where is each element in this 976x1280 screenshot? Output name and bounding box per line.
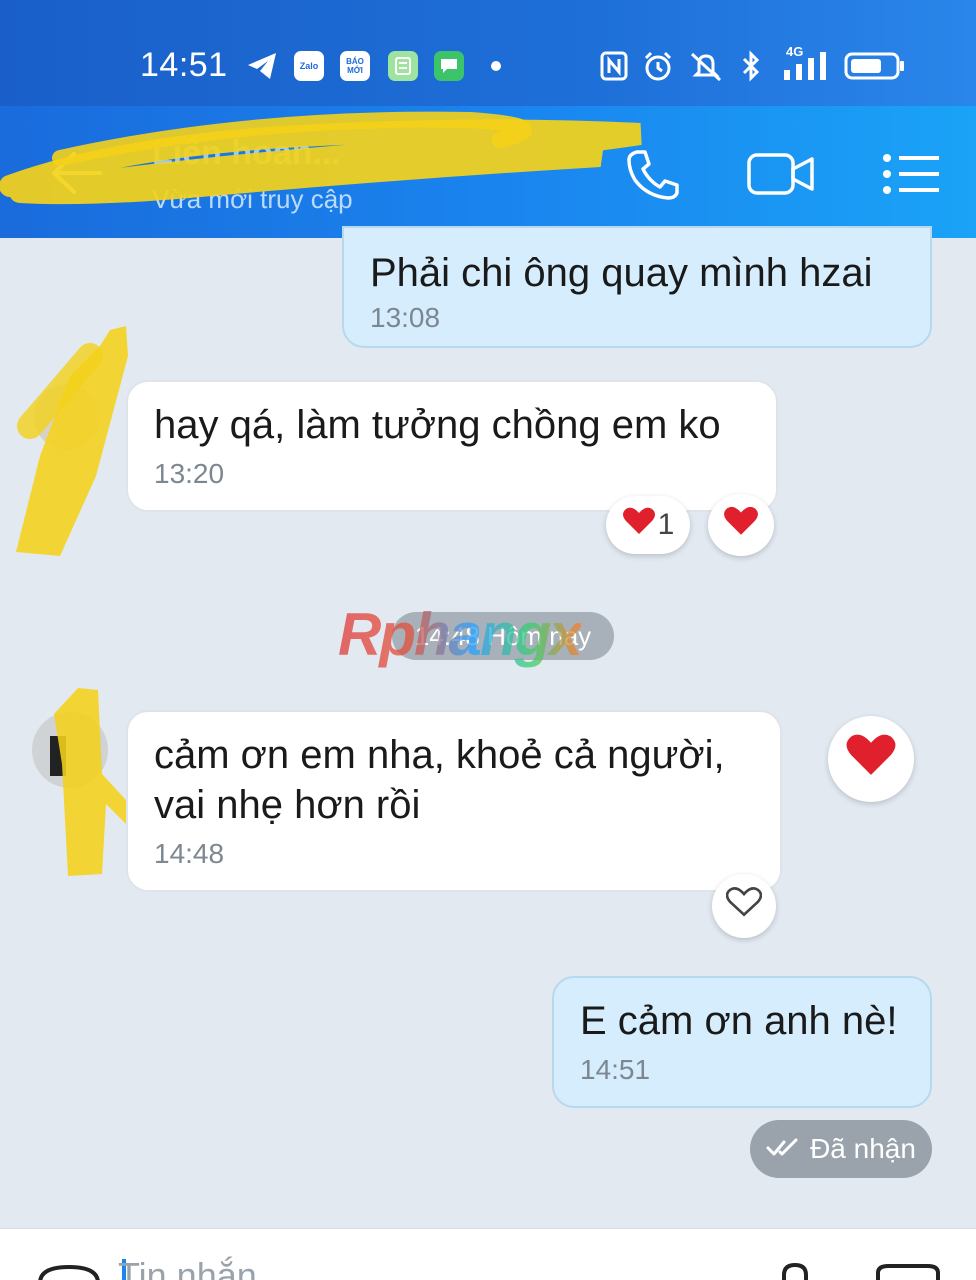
- message-time: 13:20: [154, 458, 225, 489]
- telegram-icon: [246, 50, 278, 82]
- heart-outline-icon: [725, 886, 763, 926]
- message-bubble-incoming[interactable]: hay qá, làm tưởng chồng em ko 13:20: [126, 380, 778, 512]
- delivery-status-label: Đã nhận: [810, 1133, 916, 1164]
- calculator-app-icon: [388, 50, 418, 82]
- message-time: 14:51: [580, 1054, 651, 1085]
- message-text: hay qá, làm tưởng chồng em ko: [154, 403, 721, 447]
- react-button[interactable]: [708, 494, 774, 556]
- message-text: E cảm ơn anh nè!: [580, 999, 898, 1043]
- message-bubble-outgoing[interactable]: E cảm ơn anh nè! 14:51: [552, 976, 932, 1108]
- avatar[interactable]: [32, 712, 108, 788]
- status-time: 14:51: [140, 46, 228, 84]
- heart-icon: [845, 732, 897, 786]
- video-call-icon[interactable]: [746, 144, 816, 204]
- mute-icon: [686, 50, 726, 82]
- phone-icon[interactable]: [618, 144, 688, 204]
- zalo-icon: Zalo: [294, 50, 324, 82]
- back-arrow-icon[interactable]: [48, 148, 104, 198]
- reaction-summary[interactable]: 1: [606, 496, 690, 554]
- status-bar: 14:51 Zalo BÁO MỚI 4G: [0, 0, 976, 106]
- contact-name[interactable]: Liên hoan...: [152, 134, 341, 173]
- message-input[interactable]: Tin nhắn: [118, 1255, 257, 1280]
- message-text-line-1: cảm ơn em nha, khoẻ cả người,: [154, 733, 725, 777]
- image-icon[interactable]: [874, 1263, 942, 1280]
- signal-4g-icon: 4G: [780, 44, 832, 82]
- heart-icon: [723, 505, 759, 545]
- menu-icon[interactable]: [876, 144, 946, 204]
- presence-status: Vừa mới truy cập: [152, 184, 353, 214]
- message-bubble-incoming[interactable]: cảm ơn em nha, khoẻ cả người, vai nhẹ hơ…: [126, 710, 782, 892]
- avatar[interactable]: [34, 384, 100, 450]
- message-time: 13:08: [370, 302, 441, 333]
- messages-app-icon: [434, 50, 464, 82]
- react-button[interactable]: [712, 874, 776, 938]
- double-check-icon: [766, 1133, 800, 1165]
- bluetooth-icon: [740, 50, 762, 82]
- chat-header: Liên hoan... Vừa mới truy cập: [0, 106, 976, 238]
- reaction-count: 1: [657, 508, 675, 541]
- delivery-status-badge: Đã nhận: [750, 1120, 932, 1178]
- notification-dot-icon: [490, 50, 502, 82]
- battery-icon: [844, 50, 906, 82]
- watermark: Rphangx: [338, 601, 583, 668]
- sticker-icon[interactable]: [36, 1263, 102, 1280]
- alarm-icon: [642, 50, 674, 82]
- heart-icon: [622, 506, 656, 544]
- message-time: 14:48: [154, 838, 225, 869]
- message-text: Phải chi ông quay mình hzai: [370, 251, 873, 295]
- baomoi-icon: BÁO MỚI: [340, 50, 370, 82]
- microphone-icon[interactable]: [778, 1262, 812, 1280]
- redaction-scribble: [0, 111, 642, 205]
- message-composer: Tin nhắn: [0, 1228, 976, 1280]
- nfc-icon: [600, 50, 628, 82]
- message-bubble-outgoing[interactable]: Phải chi ông quay mình hzai 13:08: [342, 226, 932, 348]
- quick-react-heart-button[interactable]: [828, 716, 914, 802]
- message-text-line-2: vai nhẹ hơn rồi: [154, 783, 421, 827]
